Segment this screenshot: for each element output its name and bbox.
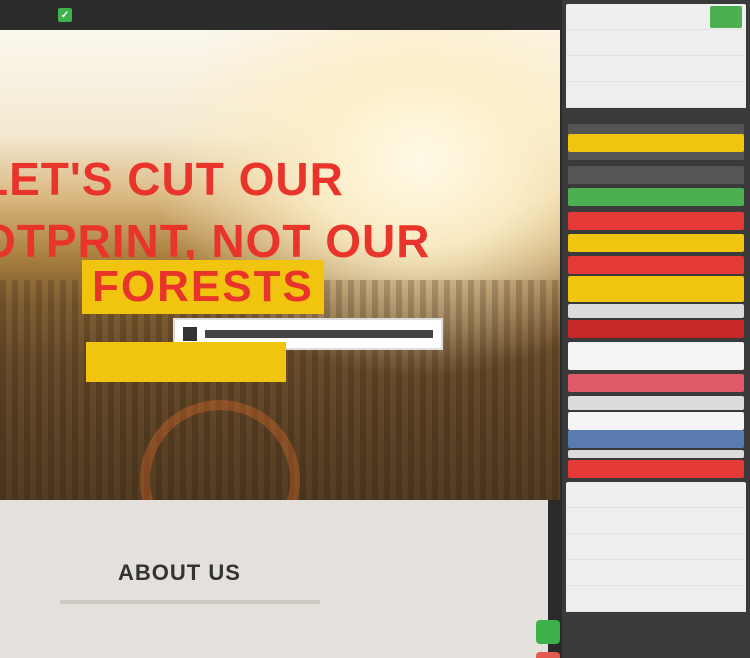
panel-red-bar-2[interactable] [568, 256, 744, 274]
panel-top-group [566, 4, 746, 108]
panel-red-bar[interactable] [568, 212, 744, 230]
panel-item[interactable] [566, 482, 746, 508]
panel-green-bar[interactable] [568, 188, 744, 206]
logo-icon[interactable]: ✓ [58, 8, 72, 22]
panel-white-block[interactable] [568, 342, 744, 370]
panel-red-bar-3[interactable] [568, 460, 744, 478]
headline-line-1: LET'S CUT OUR [0, 153, 344, 205]
panel-white-bar[interactable] [568, 412, 744, 430]
panel-yellow-bar-2[interactable] [568, 234, 744, 252]
panel-light-strip[interactable] [568, 304, 744, 318]
panel-blue-bar[interactable] [568, 430, 744, 448]
remove-block-button[interactable] [536, 652, 560, 658]
search-placeholder [205, 330, 433, 338]
hero-section: LET'S CUT OUR OTPRINT, NOT OUR FORESTS [0, 30, 560, 560]
cta-button[interactable] [86, 342, 286, 382]
search-icon [183, 327, 197, 341]
panel-light-strip-3[interactable] [568, 450, 744, 458]
panel-darkred-bar[interactable] [568, 320, 744, 338]
headline-highlight: FORESTS [82, 260, 324, 314]
page-canvas: LET'S CUT OUR OTPRINT, NOT OUR FORESTS A… [0, 30, 560, 658]
panel-yellow-block[interactable] [568, 276, 744, 302]
panel-item[interactable] [566, 82, 746, 108]
panel-item[interactable] [566, 508, 746, 534]
about-title: ABOUT US [118, 560, 241, 585]
panel-item[interactable] [566, 586, 746, 612]
panel-item[interactable] [566, 560, 746, 586]
about-section: ABOUT US [0, 500, 548, 658]
panel-dark-bar[interactable] [568, 166, 744, 184]
top-bar: ✓ [0, 0, 560, 31]
panel-item[interactable] [566, 56, 746, 82]
panel-pink-bar[interactable] [568, 374, 744, 392]
panel-item[interactable] [566, 534, 746, 560]
panel-item[interactable] [566, 30, 746, 56]
panel-bottom-group [566, 482, 746, 612]
settings-panel [562, 0, 750, 658]
hero-headline: LET'S CUT OUR OTPRINT, NOT OUR [0, 148, 500, 272]
about-subtitle-line [60, 600, 320, 604]
panel-light-strip-2[interactable] [568, 396, 744, 410]
panel-yellow-bar[interactable] [568, 134, 744, 152]
status-ok-badge[interactable] [710, 6, 742, 28]
add-block-button[interactable] [536, 620, 560, 644]
